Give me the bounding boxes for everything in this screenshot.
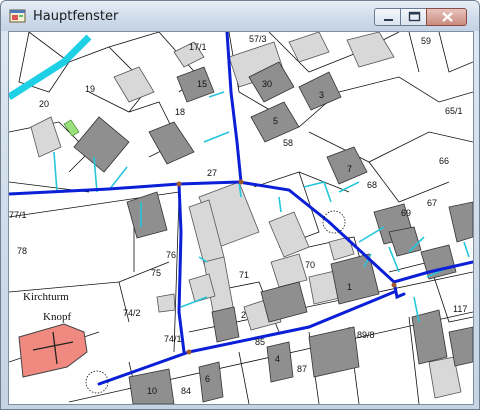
minimize-icon (375, 9, 400, 25)
building-number: 6 (205, 374, 210, 384)
window-title: Hauptfenster (33, 9, 119, 24)
building-number: 4 (275, 354, 280, 364)
knopf-label: Knopf (43, 311, 71, 323)
parcel-label: 66 (439, 156, 449, 166)
parcel-label: 69 (401, 208, 411, 218)
parcel-label: 74/1 (164, 334, 182, 344)
building-number: 7 (347, 164, 352, 174)
main-window: Hauptfenster 57/3 59 17/1 19 20 18 65/1 … (0, 0, 480, 410)
parcel-label: 89/8 (357, 330, 375, 340)
parcel-label: 17/1 (189, 42, 207, 52)
building-number: 1 (347, 282, 352, 292)
parcel-label: 76 (166, 250, 176, 260)
app-icon (9, 9, 26, 23)
minimize-button[interactable] (374, 8, 401, 26)
parcel-label: 68 (367, 180, 377, 190)
kirchturm-label: Kirchturm (23, 291, 69, 303)
parcel-label: 65/1 (445, 106, 463, 116)
parcel-label: 84 (181, 386, 191, 396)
building-number: 5 (273, 116, 278, 126)
parcel-label: 59 (421, 36, 431, 46)
building-number: 15 (197, 79, 207, 89)
parcel-label: 87 (297, 364, 307, 374)
map-canvas[interactable]: 57/3 59 17/1 19 20 18 65/1 58 66 27 68 6… (8, 31, 474, 405)
parcel-label: 57/3 (249, 34, 267, 44)
parcel-label: 74/2 (123, 308, 141, 318)
maximize-button[interactable] (400, 8, 427, 26)
annotation-layer: Kirchturm Knopf (23, 291, 71, 323)
parcel-label: 70 (305, 260, 315, 270)
maximize-icon (401, 9, 426, 25)
parcel-label: 19 (85, 84, 95, 94)
cadastral-map[interactable]: 57/3 59 17/1 19 20 18 65/1 58 66 27 68 6… (9, 32, 473, 404)
parcel-label: 78 (17, 246, 27, 256)
parcel-label: 58 (283, 138, 293, 148)
parcel-label: 18 (175, 107, 185, 117)
church-building (18, 323, 88, 378)
building-number: 2 (241, 310, 246, 320)
close-icon (427, 9, 466, 25)
parcel-label: 27 (207, 168, 217, 178)
parcel-label: 77/1 (9, 210, 27, 220)
parcel-label: 117 (453, 304, 467, 314)
parcel-label: 75 (151, 268, 161, 278)
parcel-label: 71 (239, 270, 249, 280)
parcel-label: 67 (427, 198, 437, 208)
close-button[interactable] (426, 8, 467, 26)
parcel-label: 85 (255, 337, 265, 347)
building-number: 3 (319, 90, 324, 100)
title-bar[interactable]: Hauptfenster (1, 1, 479, 31)
building-number: 10 (147, 386, 157, 396)
building-number: 30 (262, 79, 272, 89)
parcel-label: 20 (39, 99, 49, 109)
